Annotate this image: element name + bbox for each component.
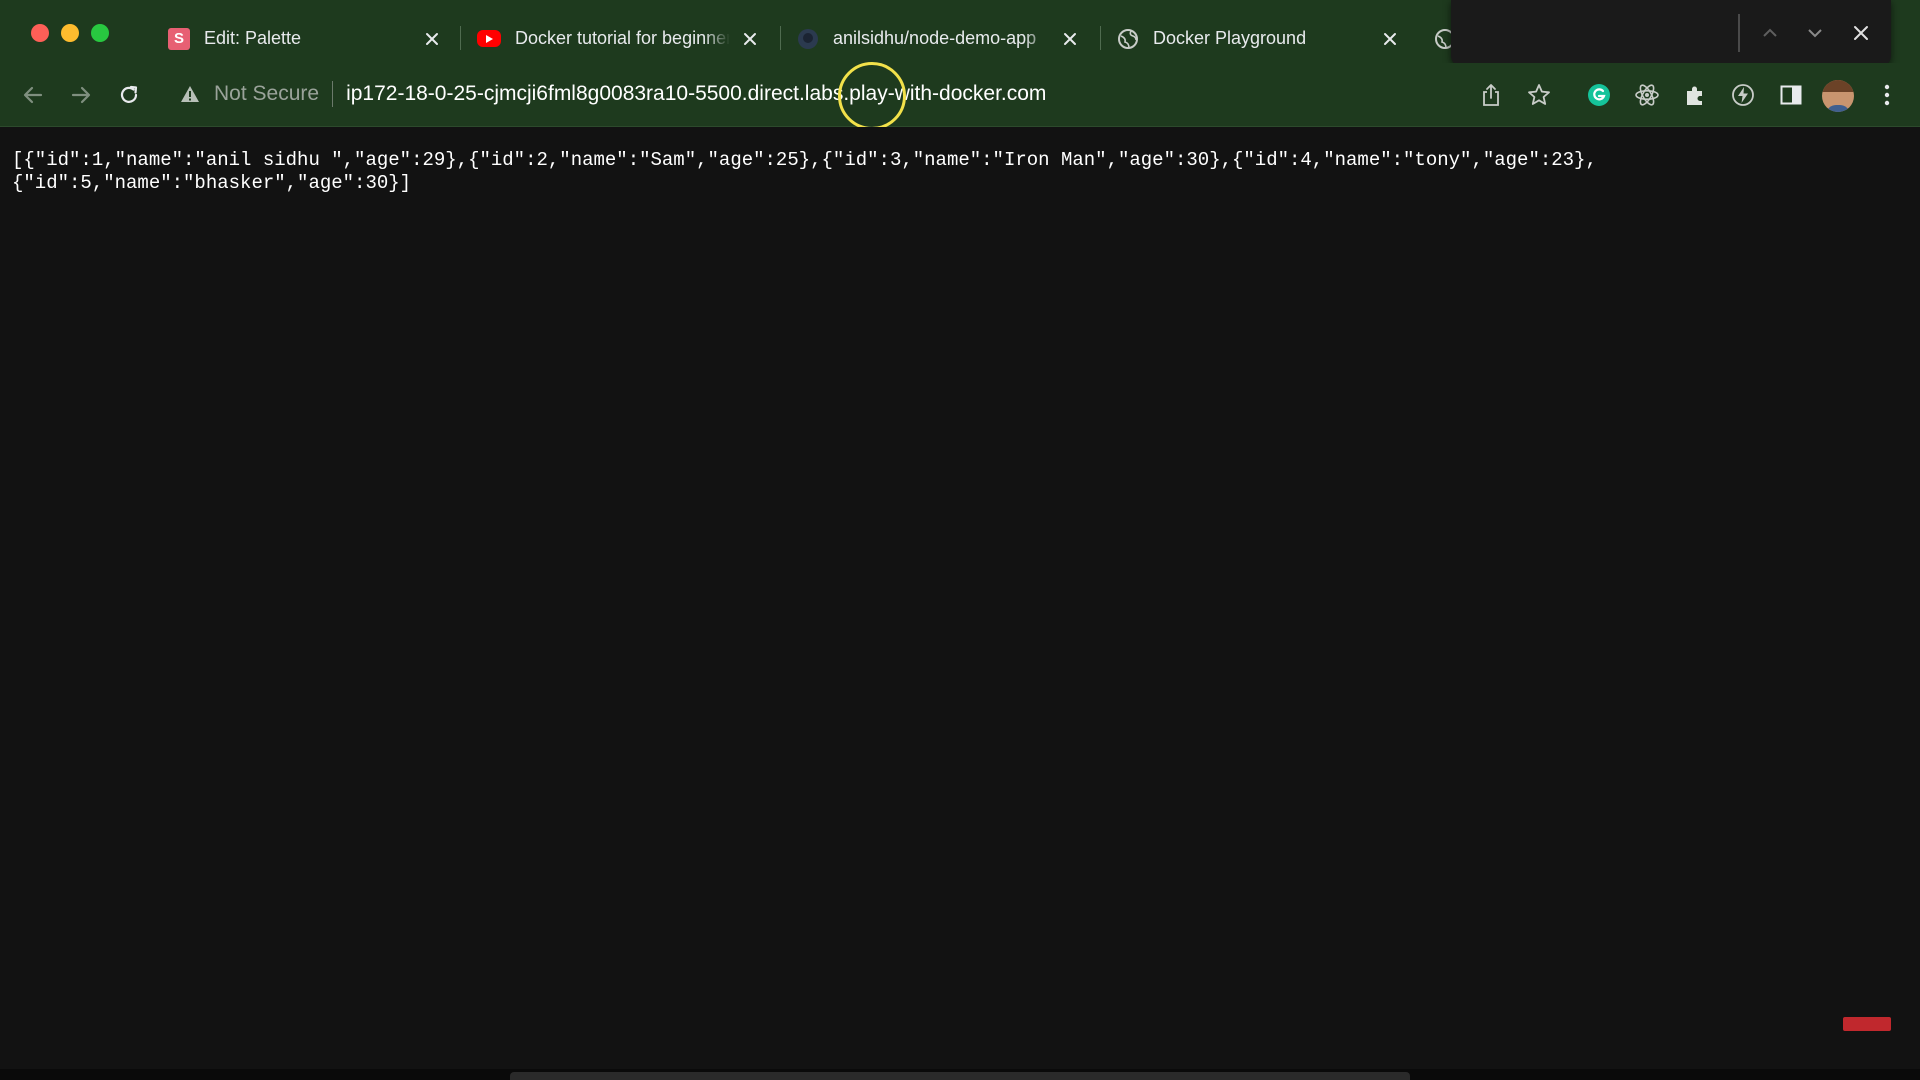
menu-icon[interactable]: [1872, 80, 1902, 110]
tab-strip: S Edit: Palette Docker tutorial for begi…: [0, 0, 1920, 66]
url-text[interactable]: ip172-18-0-25-cjmcji6fml8g0083ra10-5500.…: [346, 82, 1046, 106]
security-label[interactable]: Not Secure: [214, 82, 319, 106]
page-content: [{"id":1,"name":"anil sidhu ","age":29},…: [0, 127, 1920, 1069]
profile-avatar[interactable]: [1822, 80, 1854, 112]
youtube-icon: [477, 30, 501, 47]
dock-edge: [510, 1072, 1410, 1080]
tab-close-icon[interactable]: [1058, 27, 1082, 51]
tab-title: Edit: Palette: [204, 28, 302, 48]
side-panel-icon[interactable]: [1776, 80, 1806, 110]
extensions-icon[interactable]: [1680, 80, 1710, 110]
bookmark-star-icon[interactable]: [1524, 80, 1554, 110]
browser-toolbar: Not Secure ip172-18-0-25-cjmcji6fml8g008…: [0, 63, 1920, 127]
close-window-button[interactable]: [31, 24, 49, 42]
github-icon: [797, 28, 819, 50]
tab-docker-playground[interactable]: Docker Playground: [1097, 14, 1416, 63]
reload-icon[interactable]: [114, 80, 144, 110]
avatar-hair: [1822, 80, 1854, 92]
address-separator: [332, 81, 334, 107]
find-bar: [1451, 0, 1891, 66]
tab-edit-palette[interactable]: S Edit: Palette: [148, 14, 458, 63]
close-icon[interactable]: [1848, 20, 1874, 46]
chevron-up-icon[interactable]: [1757, 20, 1783, 46]
tab-close-icon[interactable]: [1378, 27, 1402, 51]
tab-close-icon[interactable]: [420, 27, 444, 51]
share-icon[interactable]: [1476, 80, 1506, 110]
lightning-icon[interactable]: [1728, 80, 1758, 110]
tab-github-repo[interactable]: anilsidhu/node-demo-app: [777, 14, 1096, 63]
browser-window: S Edit: Palette Docker tutorial for begi…: [0, 0, 1920, 1080]
cursor-highlight-ring: [838, 62, 906, 130]
globe-icon: [1117, 28, 1139, 50]
tab-close-icon[interactable]: [738, 27, 762, 51]
react-devtools-icon[interactable]: [1632, 80, 1662, 110]
warning-icon[interactable]: [178, 82, 202, 106]
minimize-window-button[interactable]: [61, 24, 79, 42]
find-bar-divider: [1738, 14, 1740, 52]
letter-s-favicon-icon: S: [168, 27, 190, 50]
back-icon[interactable]: [18, 80, 48, 110]
tab-docker-tutorial[interactable]: Docker tutorial for beginners: [457, 14, 776, 63]
zoom-window-button[interactable]: [91, 24, 109, 42]
chevron-down-icon[interactable]: [1802, 20, 1828, 46]
avatar-shirt: [1826, 105, 1850, 112]
json-response-text: [{"id":1,"name":"anil sidhu ","age":29},…: [12, 149, 1597, 194]
grammarly-icon[interactable]: [1584, 80, 1614, 110]
subscribe-badge[interactable]: [1843, 1017, 1891, 1031]
forward-icon[interactable]: [66, 80, 96, 110]
tab-title: Docker tutorial for beginners: [515, 28, 730, 48]
tab-title: anilsidhu/node-demo-app: [833, 28, 1037, 48]
tab-title: Docker Playground: [1153, 28, 1307, 48]
